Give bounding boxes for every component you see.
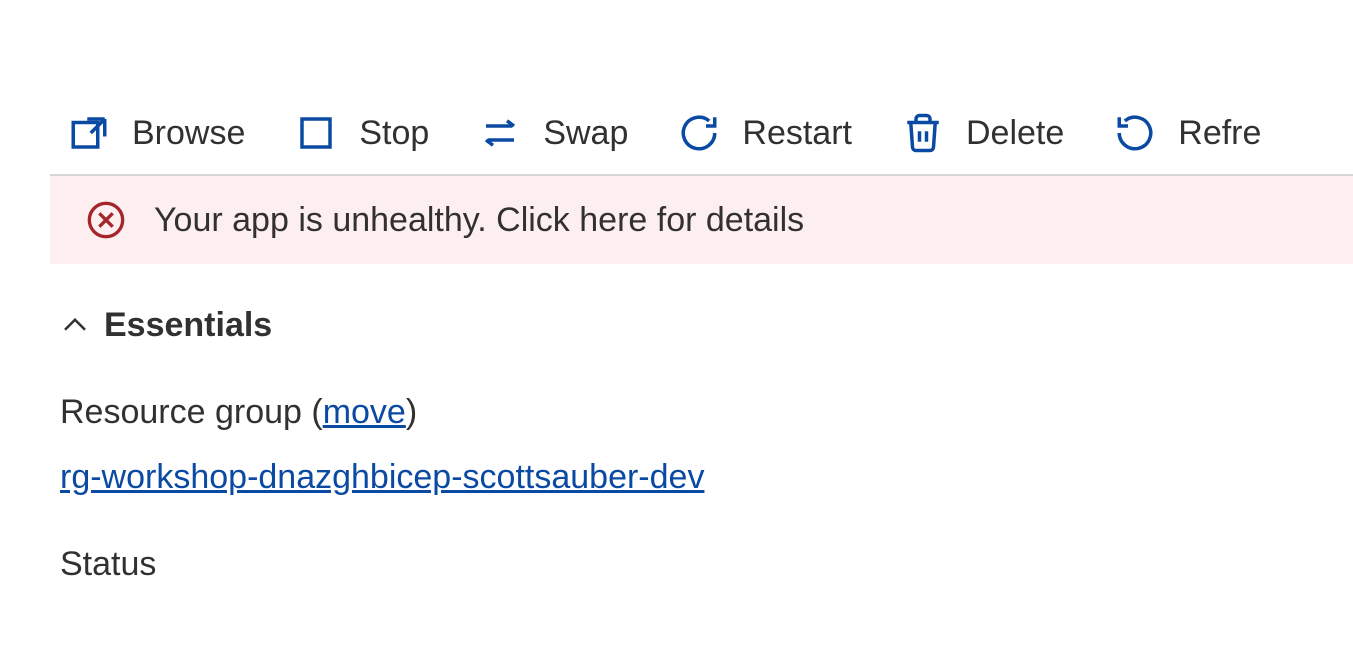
resource-group-label: Resource group (move) <box>60 393 1343 432</box>
swap-label: Swap <box>543 114 628 153</box>
delete-label: Delete <box>966 114 1064 153</box>
error-icon <box>86 200 126 240</box>
stop-icon <box>295 112 337 154</box>
browse-label: Browse <box>132 114 245 153</box>
browse-icon <box>68 112 110 154</box>
stop-button[interactable]: Stop <box>295 112 429 154</box>
browse-button[interactable]: Browse <box>68 112 245 154</box>
essentials-title: Essentials <box>104 306 272 345</box>
swap-button[interactable]: Swap <box>479 112 628 154</box>
resource-group-move-link[interactable]: move <box>323 393 406 431</box>
status-label: Status <box>60 545 1343 584</box>
refresh-icon <box>1114 112 1156 154</box>
resource-group-label-prefix: Resource group ( <box>60 393 323 431</box>
restart-icon <box>678 112 720 154</box>
restart-button[interactable]: Restart <box>678 112 852 154</box>
chevron-up-icon <box>60 311 90 341</box>
essentials-body: Resource group (move) rg-workshop-dnazgh… <box>50 363 1353 584</box>
banner-message: Your app is unhealthy. Click here for de… <box>154 201 804 240</box>
swap-icon <box>479 112 521 154</box>
delete-icon <box>902 112 944 154</box>
delete-button[interactable]: Delete <box>902 112 1064 154</box>
command-toolbar: Browse Stop Swap <box>50 100 1353 176</box>
restart-label: Restart <box>742 114 852 153</box>
resource-group-link[interactable]: rg-workshop-dnazghbicep-scottsauber-dev <box>60 458 704 497</box>
refresh-label: Refre <box>1178 114 1261 153</box>
refresh-button[interactable]: Refre <box>1114 112 1261 154</box>
stop-label: Stop <box>359 114 429 153</box>
unhealthy-banner[interactable]: Your app is unhealthy. Click here for de… <box>50 176 1353 264</box>
resource-group-label-suffix: ) <box>406 393 417 431</box>
essentials-toggle[interactable]: Essentials <box>50 264 1353 363</box>
